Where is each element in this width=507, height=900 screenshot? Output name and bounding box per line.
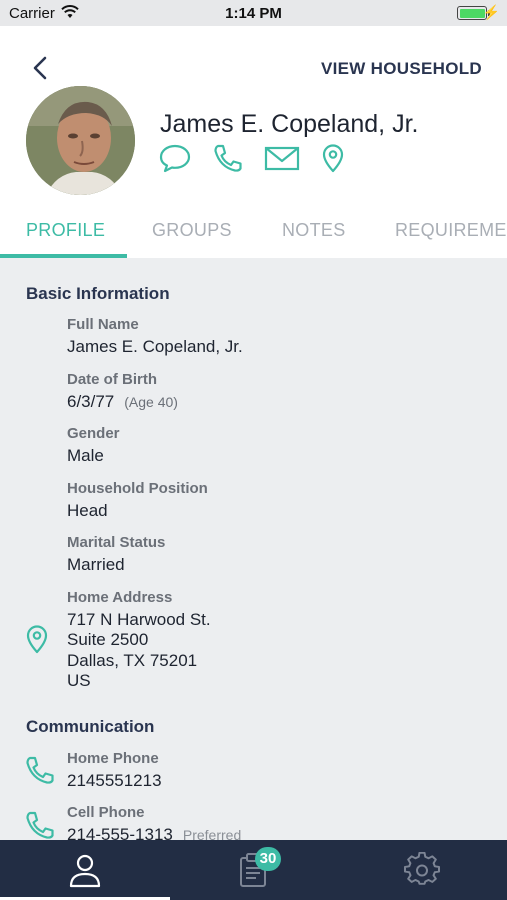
tab-profile[interactable]: PROFILE bbox=[26, 220, 105, 241]
mail-icon[interactable] bbox=[264, 143, 300, 173]
field-value-marital-status: Married bbox=[67, 555, 125, 574]
field-label-cell-phone: Cell Phone bbox=[67, 804, 145, 821]
avatar-photo bbox=[26, 86, 135, 195]
gear-icon[interactable] bbox=[404, 852, 440, 888]
address-line-1: 717 N Harwood St. bbox=[67, 610, 211, 629]
field-value-household-position: Head bbox=[67, 501, 108, 520]
charging-bolt-icon: ⚡ bbox=[482, 4, 500, 20]
tab-notes[interactable]: NOTES bbox=[282, 220, 346, 241]
section-title-communication: Communication bbox=[26, 717, 155, 736]
bottom-tab-bar: 30 bbox=[0, 840, 507, 900]
contact-actions bbox=[158, 143, 366, 173]
cell-phone-number: 214-555-1313 bbox=[67, 825, 173, 840]
field-value-cell-phone[interactable]: 214-555-1313 Preferred bbox=[67, 825, 241, 840]
person-name: James E. Copeland, Jr. bbox=[160, 110, 419, 138]
preferred-note: Preferred bbox=[182, 827, 242, 840]
chat-bubble-icon[interactable] bbox=[158, 143, 192, 173]
phone-icon[interactable] bbox=[212, 143, 244, 173]
view-household-button[interactable]: VIEW HOUSEHOLD bbox=[321, 59, 482, 79]
avatar bbox=[26, 86, 135, 195]
field-value-full-name: James E. Copeland, Jr. bbox=[67, 337, 243, 356]
field-label-home-address: Home Address bbox=[67, 589, 173, 606]
dob-value: 6/3/77 bbox=[67, 392, 115, 411]
field-label-household-position: Household Position bbox=[67, 480, 208, 497]
clock: 1:14 PM bbox=[225, 5, 282, 22]
back-chevron-icon[interactable] bbox=[26, 53, 56, 83]
address-line-3: Dallas, TX 75201 bbox=[67, 651, 198, 670]
phone-icon[interactable] bbox=[24, 810, 56, 840]
profile-tabs: PROFILE GROUPS NOTES REQUIREMENTS bbox=[0, 206, 507, 258]
tab-groups[interactable]: GROUPS bbox=[152, 220, 232, 241]
section-title-basic-info: Basic Information bbox=[26, 284, 170, 303]
field-label-marital-status: Marital Status bbox=[67, 534, 166, 551]
field-label-gender: Gender bbox=[67, 425, 120, 442]
field-label-full-name: Full Name bbox=[67, 316, 139, 333]
tab-requirements[interactable]: REQUIREMENTS bbox=[395, 220, 507, 241]
status-bar: Carrier 1:14 PM ⚡ bbox=[0, 0, 507, 26]
field-value-home-phone[interactable]: 2145551213 bbox=[67, 771, 162, 792]
person-icon[interactable] bbox=[67, 852, 103, 888]
field-label-home-phone: Home Phone bbox=[67, 750, 159, 767]
age-note: (Age 40) bbox=[124, 394, 178, 410]
profile-content[interactable]: Basic Information Full Name James E. Cop… bbox=[0, 258, 507, 840]
location-pin-icon[interactable] bbox=[24, 624, 50, 654]
phone-icon[interactable] bbox=[24, 755, 56, 785]
address-line-2: Suite 2500 bbox=[67, 630, 149, 649]
field-value-dob: 6/3/77 (Age 40) bbox=[67, 392, 178, 413]
location-pin-icon[interactable] bbox=[320, 143, 346, 173]
field-label-dob: Date of Birth bbox=[67, 371, 157, 388]
profile-header: VIEW HOUSEHOLD James E. Copeland, Jr. PR… bbox=[0, 26, 507, 258]
address-line-4: US bbox=[67, 671, 91, 690]
notification-badge: 30 bbox=[255, 847, 281, 871]
field-value-gender: Male bbox=[67, 446, 104, 465]
